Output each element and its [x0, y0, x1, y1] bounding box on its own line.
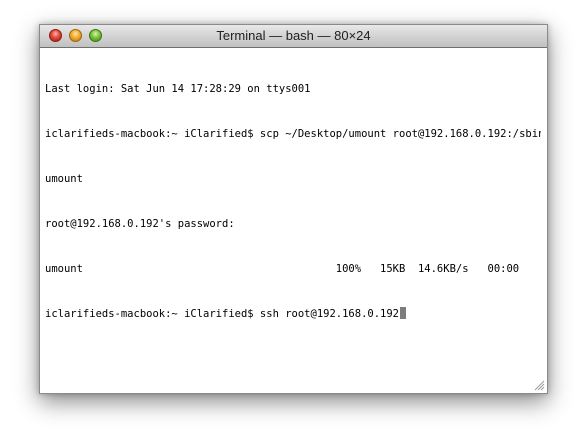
- resize-grip-icon[interactable]: [533, 379, 545, 391]
- terminal-content[interactable]: Last login: Sat Jun 14 17:28:29 on ttys0…: [45, 52, 541, 387]
- current-command-text: iclarifieds-macbook:~ iClarified$ ssh ro…: [45, 308, 400, 320]
- window-title: Terminal — bash — 80×24: [216, 28, 371, 43]
- terminal-line-scp-wrap: umount: [45, 173, 83, 185]
- text-cursor: [400, 307, 407, 319]
- terminal-window: Terminal — bash — 80×24 Last login: Sat …: [39, 24, 548, 394]
- terminal-line-last-login: Last login: Sat Jun 14 17:28:29 on ttys0…: [45, 83, 311, 95]
- terminal-line-transfer-progress: umount 100% 15KB 14.6KB/s 00:00: [45, 263, 520, 275]
- terminal-line-scp-command: iclarifieds-macbook:~ iClarified$ scp ~/…: [45, 128, 541, 140]
- title-bar[interactable]: Terminal — bash — 80×24: [40, 25, 547, 48]
- terminal-line-password-prompt: root@192.168.0.192's password:: [45, 218, 235, 230]
- terminal-line-current-prompt[interactable]: iclarifieds-macbook:~ iClarified$ ssh ro…: [45, 307, 541, 322]
